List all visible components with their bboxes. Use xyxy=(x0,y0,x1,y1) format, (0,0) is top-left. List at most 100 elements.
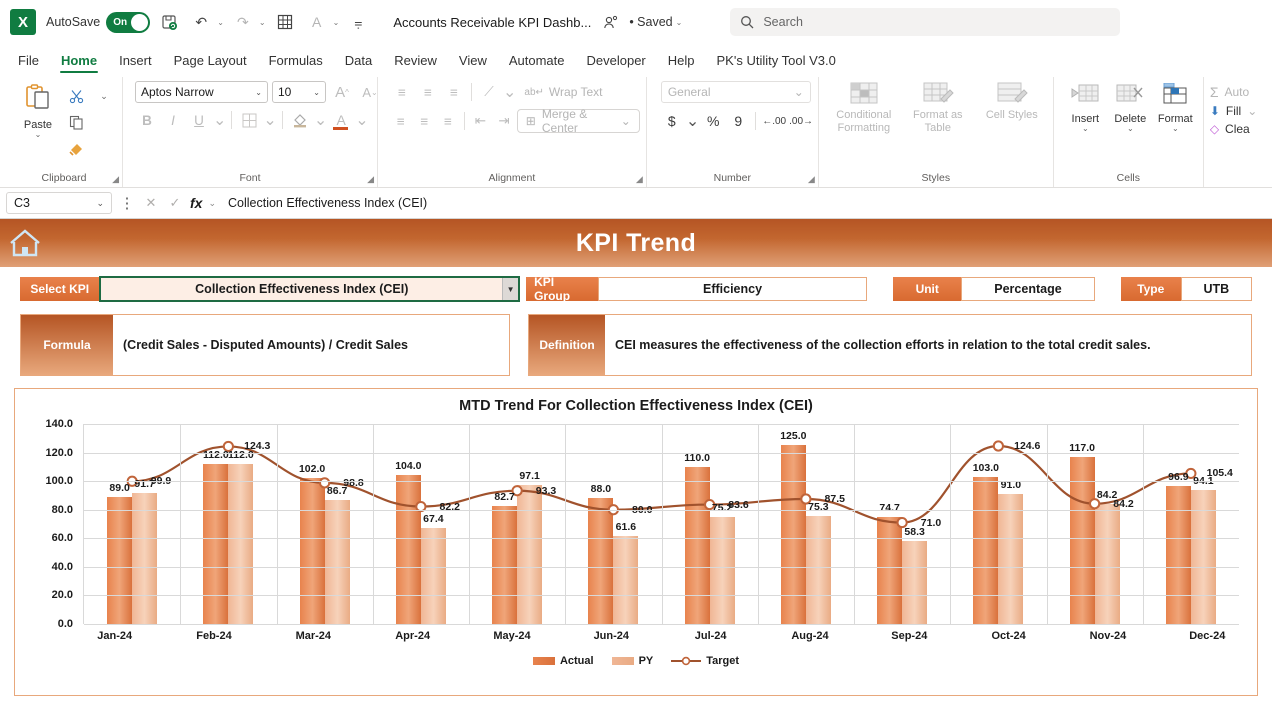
wrap-text-button[interactable]: ab↵ Wrap Text xyxy=(518,83,608,101)
select-kpi-dropdown[interactable]: Collection Effectiveness Index (CEI) ▼ xyxy=(99,276,520,302)
italic-button[interactable]: I xyxy=(161,109,185,131)
tab-file[interactable]: File xyxy=(8,51,49,73)
increase-indent-icon[interactable]: ⇥ xyxy=(493,110,515,132)
align-bottom-icon[interactable]: ≡ xyxy=(442,81,466,103)
align-right-icon[interactable]: ≡ xyxy=(437,110,459,132)
tab-automate[interactable]: Automate xyxy=(499,51,575,73)
dropdown-arrow-icon[interactable]: ▼ xyxy=(502,278,518,300)
font-color-caret-icon[interactable]: ⌄ xyxy=(333,18,340,27)
formula-expand-caret-icon[interactable]: ⌄ xyxy=(208,198,216,209)
conditional-formatting-button[interactable]: Conditional Formatting xyxy=(829,81,899,135)
cut-scissors-icon[interactable] xyxy=(64,85,88,107)
currency-caret-icon[interactable]: ⌄ xyxy=(686,111,699,131)
tab-view[interactable]: View xyxy=(449,51,497,73)
decrease-indent-icon[interactable]: ⇤ xyxy=(470,110,492,132)
borders-caret-icon[interactable]: ⌄ xyxy=(263,110,276,130)
insert-caret-icon[interactable]: ⌄ xyxy=(1082,125,1089,133)
save-refresh-icon[interactable] xyxy=(156,9,182,35)
currency-button[interactable]: $ xyxy=(661,110,683,132)
tab-home[interactable]: Home xyxy=(51,51,107,73)
clipboard-dialog-launcher-icon[interactable]: ◢ xyxy=(112,174,119,185)
alignment-group-label: Alignment xyxy=(384,172,640,187)
clipboard-more-caret-icon[interactable]: ⌄ xyxy=(92,85,116,107)
cancel-icon[interactable]: ✕ xyxy=(142,195,160,211)
tab-formulas[interactable]: Formulas xyxy=(259,51,333,73)
legend-item-target[interactable]: Target xyxy=(671,655,739,667)
percent-button[interactable]: % xyxy=(702,110,724,132)
format-caret-icon[interactable]: ⌄ xyxy=(1172,125,1179,133)
alignment-dialog-launcher-icon[interactable]: ◢ xyxy=(636,174,643,185)
saved-status[interactable]: • Saved xyxy=(629,15,672,29)
legend-item-actual[interactable]: Actual xyxy=(533,655,594,667)
format-as-table-button[interactable]: Format as Table xyxy=(903,81,973,135)
legend-item-py[interactable]: PY xyxy=(612,655,654,667)
tab-pk-utility-tool[interactable]: PK's Utility Tool V3.0 xyxy=(707,51,846,73)
paste-dropdown-caret-icon[interactable]: ⌄ xyxy=(35,131,42,139)
underline-caret-icon[interactable]: ⌄ xyxy=(213,110,226,130)
fill-caret-icon[interactable]: ⌄ xyxy=(1247,104,1257,118)
font-color-caret-icon[interactable]: ⌄ xyxy=(355,110,368,130)
align-center-icon[interactable]: ≡ xyxy=(414,110,436,132)
merge-caret-icon[interactable]: ⌄ xyxy=(621,114,631,128)
borders-icon[interactable] xyxy=(237,109,261,131)
fill-button[interactable]: ⬇ Fill ⌄ xyxy=(1210,104,1257,118)
clear-button[interactable]: ◇ Clea xyxy=(1210,122,1257,136)
number-dialog-launcher-icon[interactable]: ◢ xyxy=(808,174,815,185)
font-size-select[interactable]: 10 ⌄ xyxy=(272,81,326,103)
tab-developer[interactable]: Developer xyxy=(577,51,656,73)
tab-help[interactable]: Help xyxy=(658,51,705,73)
cell-styles-button[interactable]: Cell Styles xyxy=(977,81,1047,122)
merge-center-button[interactable]: ⊞ Merge & Center ⌄ xyxy=(517,109,640,133)
tab-page-layout[interactable]: Page Layout xyxy=(164,51,257,73)
customize-quick-access-icon[interactable]: ⩦ xyxy=(345,9,371,35)
font-color-icon[interactable]: A xyxy=(329,109,353,131)
document-title[interactable]: Accounts Receivable KPI Dashb... xyxy=(393,15,591,30)
increase-decimal-icon[interactable]: ←.00 xyxy=(762,110,786,132)
search-input[interactable]: Search xyxy=(730,8,1120,36)
format-painter-icon[interactable] xyxy=(64,137,88,159)
delete-caret-icon[interactable]: ⌄ xyxy=(1127,125,1134,133)
number-format-select[interactable]: General ⌄ xyxy=(661,81,811,103)
undo-icon[interactable]: ↶ xyxy=(188,9,214,35)
tab-data[interactable]: Data xyxy=(335,51,382,73)
formula-input[interactable]: Collection Effectiveness Index (CEI) xyxy=(222,192,1266,214)
undo-dropdown-caret-icon[interactable]: ⌄ xyxy=(217,18,224,27)
tab-insert[interactable]: Insert xyxy=(109,51,162,73)
align-left-icon[interactable]: ≡ xyxy=(390,110,412,132)
name-box[interactable]: C3 ⌄ xyxy=(6,192,112,214)
font-family-select[interactable]: Aptos Narrow ⌄ xyxy=(135,81,268,103)
paste-button[interactable]: Paste ⌄ xyxy=(12,81,64,139)
clipboard-expand[interactable]: ⌄ xyxy=(88,81,116,107)
bold-button[interactable]: B xyxy=(135,109,159,131)
delete-cells-button[interactable]: Delete ⌄ xyxy=(1109,81,1152,133)
insert-cells-button[interactable]: Insert ⌄ xyxy=(1064,81,1107,133)
redo-icon[interactable]: ↷ xyxy=(230,9,256,35)
saved-caret-icon[interactable]: ⌄ xyxy=(676,18,683,27)
name-box-more-icon[interactable]: ⋮ xyxy=(118,194,136,212)
fill-color-icon[interactable] xyxy=(288,109,312,131)
autosave-toggle[interactable]: On xyxy=(106,12,150,33)
tab-review[interactable]: Review xyxy=(384,51,447,73)
align-top-icon[interactable]: ≡ xyxy=(390,81,414,103)
merge-center-label: Merge & Center xyxy=(542,107,615,135)
copy-icon[interactable] xyxy=(64,111,88,133)
redo-dropdown-caret-icon[interactable]: ⌄ xyxy=(259,18,266,27)
align-middle-icon[interactable]: ≡ xyxy=(416,81,440,103)
font-dialog-launcher-icon[interactable]: ◢ xyxy=(367,174,374,185)
share-person-icon[interactable] xyxy=(597,9,623,35)
comma-style-button[interactable]: 9 xyxy=(727,110,749,132)
decrease-decimal-icon[interactable]: .00→ xyxy=(789,110,813,132)
format-cells-button[interactable]: Format ⌄ xyxy=(1154,81,1197,133)
confirm-check-icon[interactable]: ✓ xyxy=(166,195,184,211)
insert-function-icon[interactable]: fx xyxy=(190,195,202,211)
grow-font-icon[interactable]: A^ xyxy=(330,81,354,103)
orientation-icon[interactable]: ⟋ xyxy=(477,81,501,103)
y-tick-label: 120.0 xyxy=(45,447,73,459)
table-icon[interactable] xyxy=(272,9,298,35)
fill-color-caret-icon[interactable]: ⌄ xyxy=(314,110,327,130)
fill-label: Fill xyxy=(1226,104,1241,118)
autosum-button[interactable]: Σ Auto xyxy=(1210,84,1257,100)
underline-button[interactable]: U xyxy=(187,109,211,131)
font-color-icon[interactable]: A xyxy=(304,9,330,35)
orientation-caret-icon[interactable]: ⌄ xyxy=(503,82,516,102)
